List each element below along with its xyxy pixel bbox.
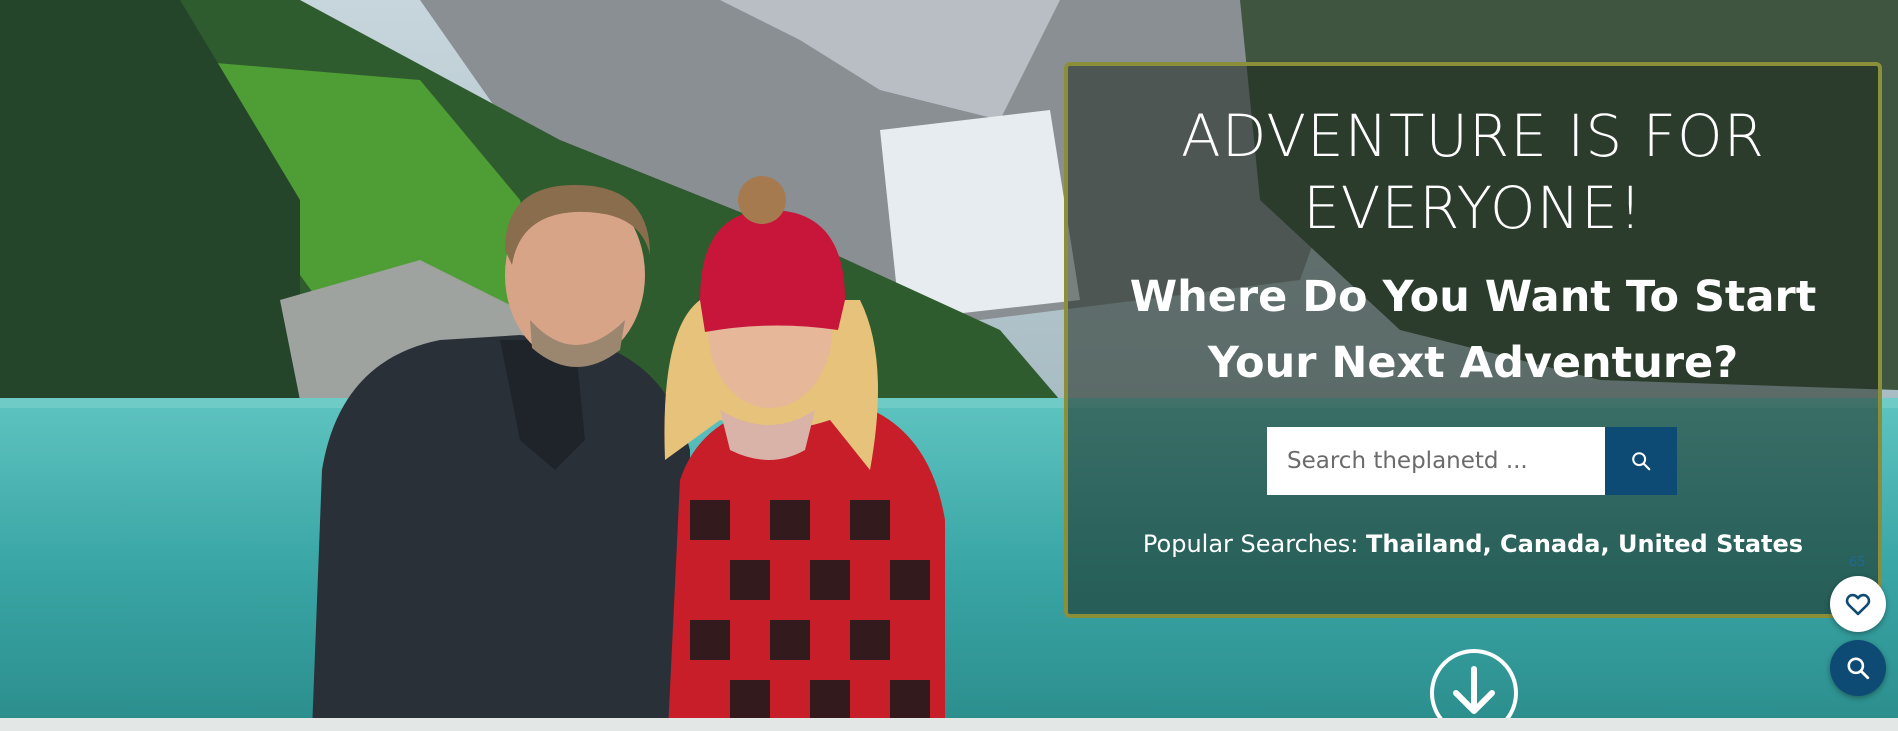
page-edge-strip bbox=[0, 718, 1898, 731]
favorites-button[interactable] bbox=[1830, 576, 1886, 632]
favorites-count: 65 bbox=[1849, 555, 1866, 570]
popular-searches-terms[interactable]: Thailand, Canada, United States bbox=[1366, 530, 1803, 558]
hero-headline: ADVENTURE IS FOR EVERYONE! bbox=[1181, 102, 1765, 242]
popular-searches-label: Popular Searches: bbox=[1142, 530, 1359, 558]
arrow-down-icon bbox=[1453, 666, 1495, 714]
search-form bbox=[1267, 427, 1679, 495]
search-input[interactable] bbox=[1267, 427, 1605, 495]
heart-icon bbox=[1845, 593, 1871, 616]
hero-section: ADVENTURE IS FOR EVERYONE! Where Do You … bbox=[0, 0, 1898, 731]
floating-search-button[interactable] bbox=[1830, 640, 1886, 696]
hero-subheadline: Where Do You Want To Start Your Next Adv… bbox=[1129, 272, 1817, 388]
hero-search-panel: ADVENTURE IS FOR EVERYONE! Where Do You … bbox=[1064, 62, 1882, 618]
search-icon bbox=[1847, 657, 1870, 680]
search-button[interactable] bbox=[1605, 427, 1677, 495]
popular-searches: Popular Searches: Thailand, Canada, Unit… bbox=[1068, 530, 1878, 558]
search-icon bbox=[1632, 452, 1651, 471]
